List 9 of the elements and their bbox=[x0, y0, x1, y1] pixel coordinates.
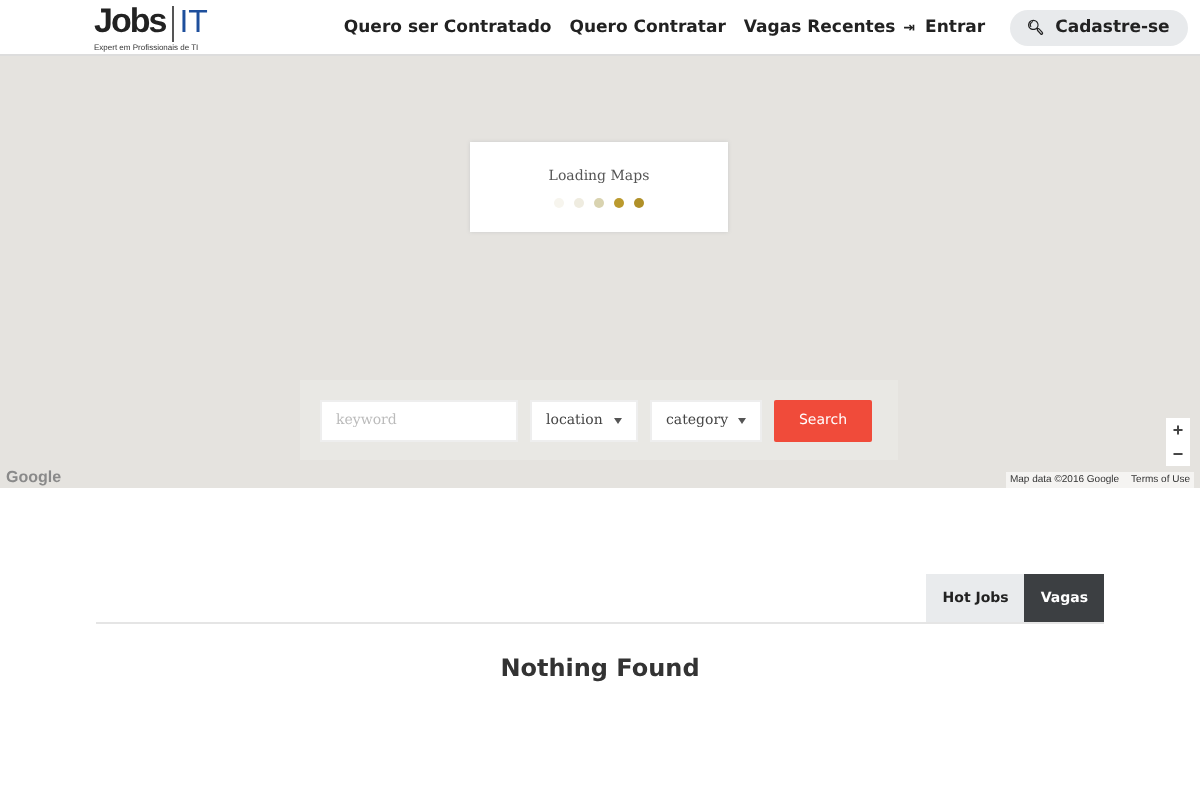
caret-icon bbox=[738, 417, 746, 423]
nav-link[interactable]: Quero ser Contratado bbox=[343, 17, 552, 37]
nav-link[interactable]: Quero Contratar bbox=[569, 17, 726, 37]
logo-text[interactable]: IT bbox=[171, 6, 208, 42]
caret-icon bbox=[614, 417, 622, 423]
map-logo: Google bbox=[6, 468, 62, 486]
empty-message: Nothing Found bbox=[498, 654, 702, 682]
nav-link[interactable]: Vagas Recentes bbox=[743, 17, 896, 37]
logo-text[interactable]: Jobs bbox=[94, 2, 166, 42]
